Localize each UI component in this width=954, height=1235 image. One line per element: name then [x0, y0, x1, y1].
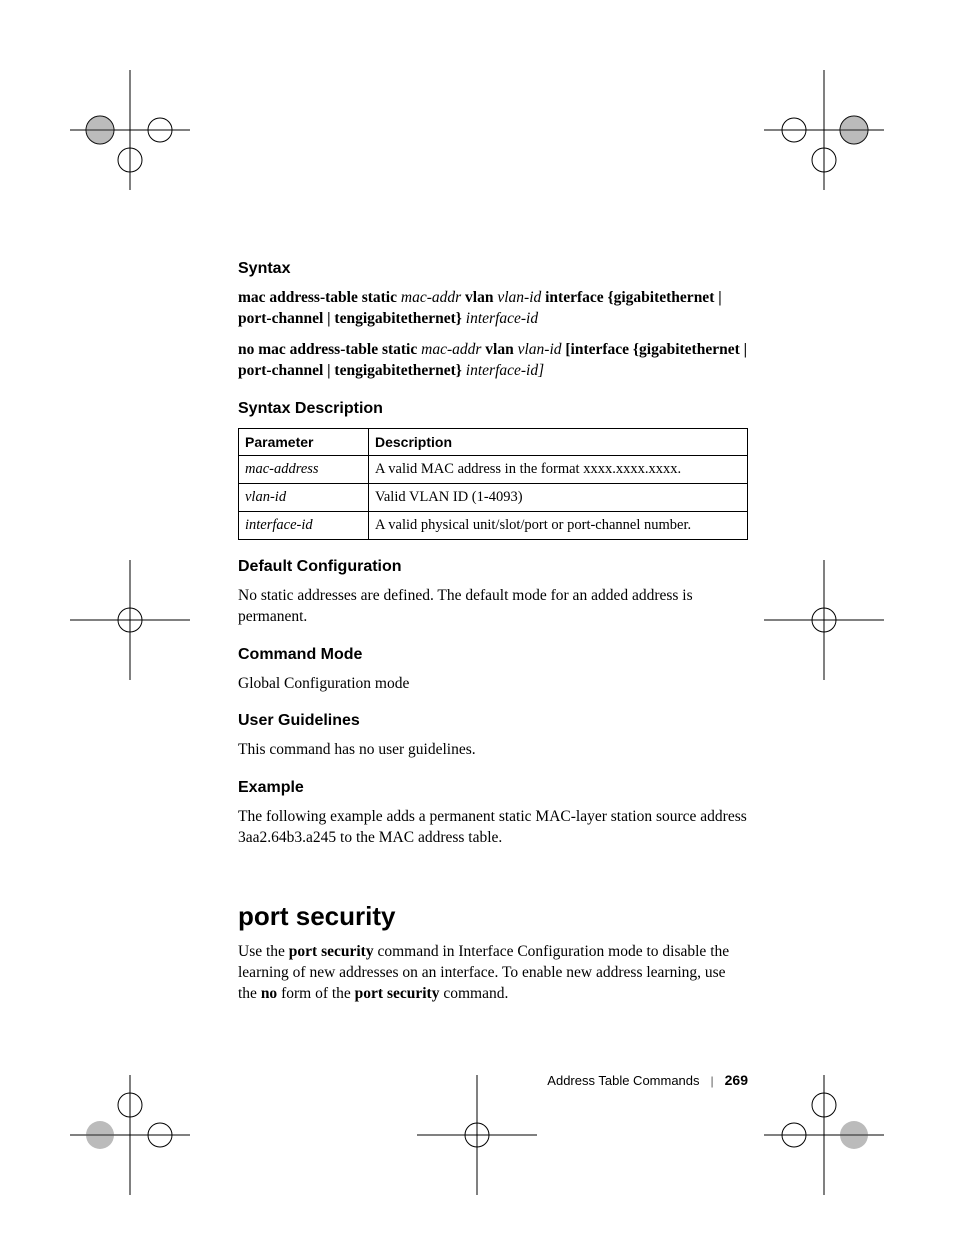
- port-security-desc: Use the port security command in Interfa…: [238, 942, 748, 1005]
- default-config-text: No static addresses are defined. The def…: [238, 586, 748, 628]
- crop-mark-icon: [417, 1075, 537, 1195]
- example-text: The following example adds a permanent s…: [238, 807, 748, 849]
- syntax-line-1: mac address-table static mac-addr vlan v…: [238, 288, 748, 330]
- footer-page-number: 269: [725, 1072, 748, 1088]
- heading-syntax-description: Syntax Description: [238, 400, 748, 418]
- table-row: vlan-id Valid VLAN ID (1-4093): [239, 483, 748, 511]
- footer-separator: |: [711, 1073, 714, 1088]
- user-guidelines-text: This command has no user guidelines.: [238, 740, 748, 761]
- heading-command-mode: Command Mode: [238, 646, 748, 664]
- table-row: interface-id A valid physical unit/slot/…: [239, 511, 748, 539]
- crop-mark-icon: [764, 70, 884, 190]
- syntax-line-2: no mac address-table static mac-addr vla…: [238, 340, 748, 382]
- th-parameter: Parameter: [239, 428, 369, 455]
- crop-mark-icon: [764, 560, 884, 680]
- command-mode-text: Global Configuration mode: [238, 674, 748, 695]
- heading-default-config: Default Configuration: [238, 558, 748, 576]
- th-description: Description: [369, 428, 748, 455]
- page-content: Syntax mac address-table static mac-addr…: [238, 260, 748, 1015]
- crop-mark-icon: [70, 560, 190, 680]
- table-row: mac-address A valid MAC address in the f…: [239, 455, 748, 483]
- footer-chapter: Address Table Commands: [547, 1073, 699, 1088]
- heading-syntax: Syntax: [238, 260, 748, 278]
- heading-user-guidelines: User Guidelines: [238, 712, 748, 730]
- table-header-row: Parameter Description: [239, 428, 748, 455]
- crop-mark-icon: [764, 1075, 884, 1195]
- section-title-port-security: port security: [238, 901, 748, 932]
- crop-mark-icon: [70, 1075, 190, 1195]
- parameter-table: Parameter Description mac-address A vali…: [238, 428, 748, 540]
- heading-example: Example: [238, 779, 748, 797]
- crop-mark-icon: [70, 70, 190, 190]
